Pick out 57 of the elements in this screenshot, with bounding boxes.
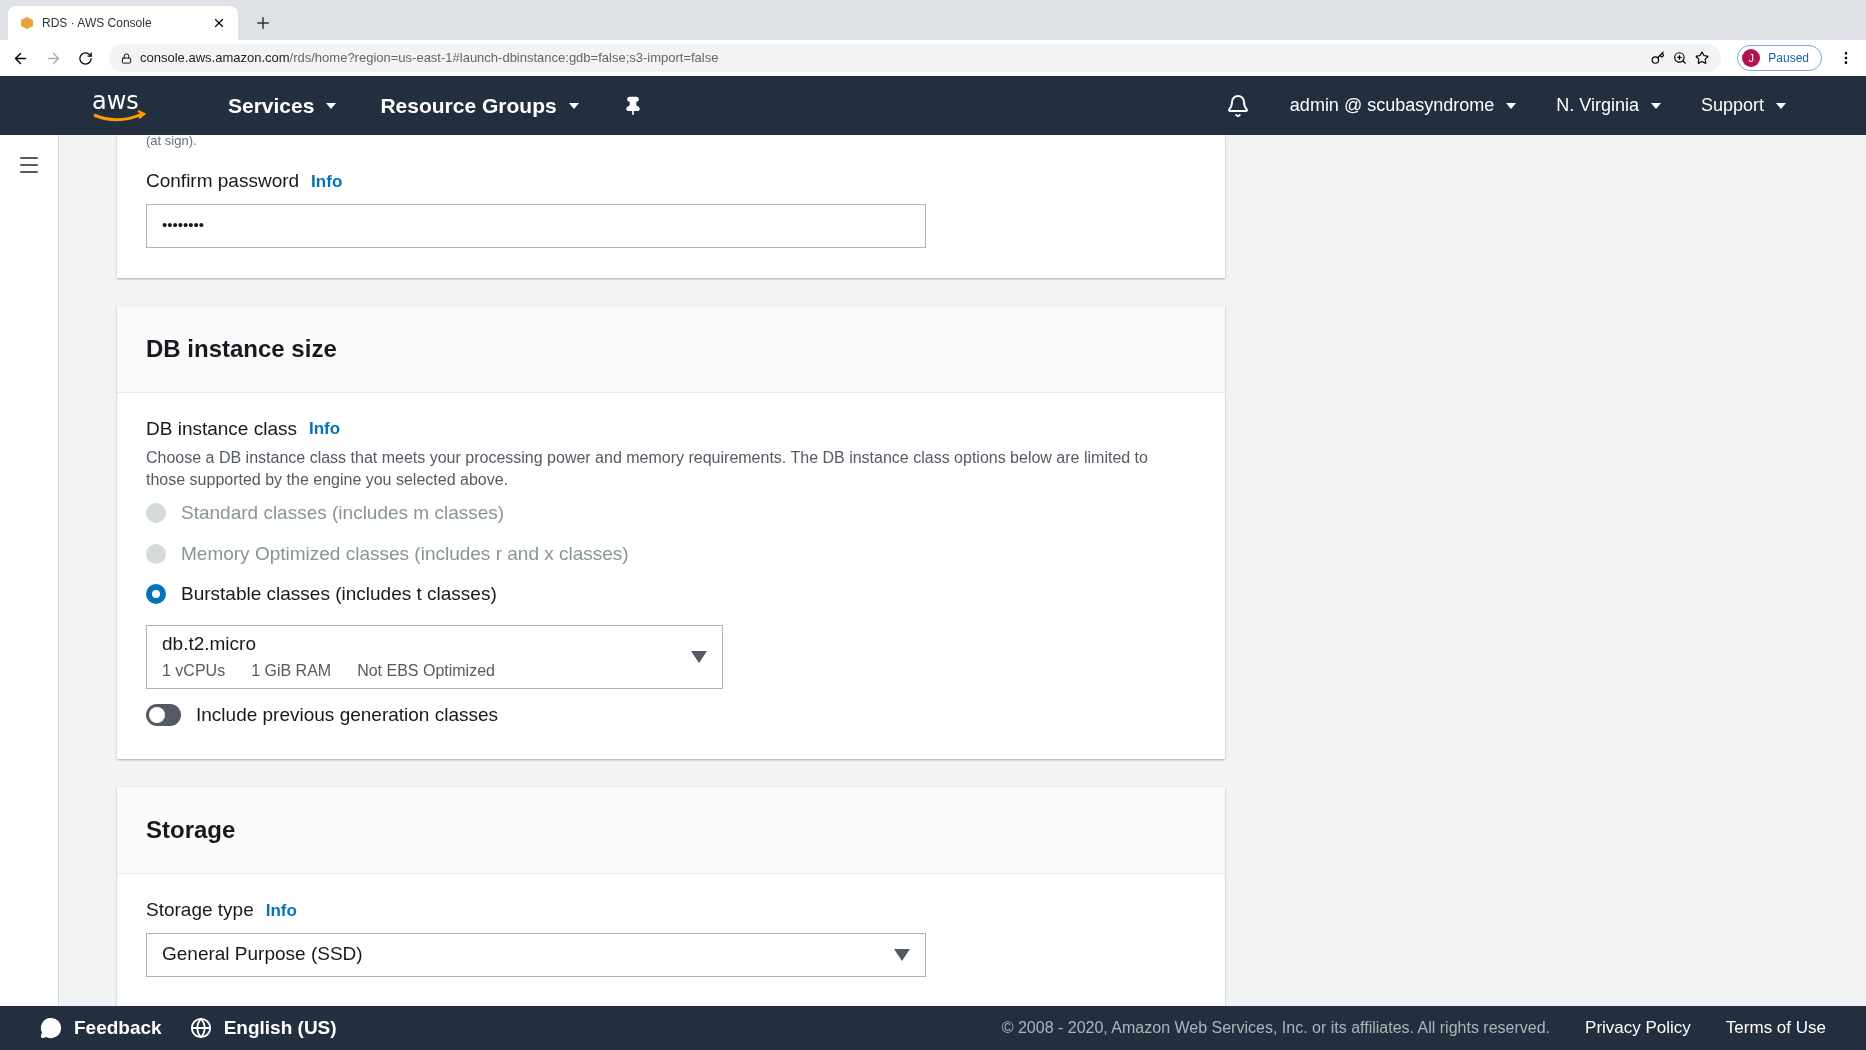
caret-icon [1650, 102, 1661, 109]
radio-button[interactable] [146, 584, 166, 605]
profile-status: Paused [1768, 50, 1809, 67]
aws-logo[interactable]: aws [88, 86, 150, 125]
section-title: DB instance size [146, 333, 337, 364]
notifications-icon[interactable] [1225, 93, 1250, 118]
spec-text: 1 vCPUs [162, 660, 226, 681]
radio-option[interactable]: Burstable classes (includes t classes) [146, 580, 1196, 609]
tab-title: RDS · AWS Console [42, 15, 153, 32]
nav-menu[interactable]: Support [1700, 92, 1786, 119]
key-icon[interactable] [1651, 51, 1666, 65]
browser-tab[interactable]: RDS · AWS Console [8, 6, 238, 40]
footer-link[interactable]: Terms of Use [1725, 1015, 1826, 1041]
dropdown-arrow-icon [894, 948, 910, 961]
field-label: Confirm password [146, 169, 300, 193]
section-title: Storage [146, 815, 236, 845]
caret-icon [326, 102, 337, 109]
select-value: db.t2.micro [162, 632, 257, 657]
language-link[interactable]: English (US) [223, 1013, 337, 1043]
info-link[interactable]: Info [309, 416, 341, 442]
url-text: console.aws.amazon.com/rds/home?region=us-east-1#launch-dbinstance:gdb=false;s3-import=false [140, 49, 719, 68]
dropdown-arrow-icon [691, 650, 707, 663]
close-icon[interactable] [212, 16, 226, 30]
hint-text: (at sign). [146, 135, 198, 147]
feedback-link[interactable]: Feedback [74, 1013, 162, 1043]
avatar-initial: J [1742, 49, 1761, 67]
address-bar[interactable]: console.aws.amazon.com/rds/home?region=us-east-1#launch-dbinstance:gdb=false;s3-import=false [109, 44, 1722, 72]
spec-text: 1 GiB RAM [251, 660, 332, 681]
chat-bubble-icon [40, 1017, 62, 1039]
footer-link[interactable]: Privacy Policy [1585, 1015, 1691, 1041]
info-link[interactable]: Info [265, 897, 297, 923]
nav-menu[interactable]: admin @ scubasyndrome [1289, 92, 1517, 119]
field-description: Choose a DB instance class that meets your processing power and memory requirements. The DB instance class options below are limited to those supported by the engine you selected above. [146, 448, 1149, 490]
nav-menu[interactable]: N. Virginia [1556, 92, 1661, 119]
cube-icon [20, 16, 34, 30]
copyright-text: © 2008 - 2020, Amazon Web Services, Inc. or its affiliates. All rights reserved. [1001, 1018, 1551, 1038]
select-value: General Purpose (SSD) [162, 942, 364, 967]
reload-icon[interactable] [78, 50, 93, 66]
new-tab-icon[interactable] [254, 14, 272, 32]
field-label: Storage type [146, 898, 254, 922]
storage-type-select[interactable]: General Purpose (SSD) [146, 932, 926, 977]
spec-text: Not EBS Optimized [357, 660, 495, 681]
globe-icon [189, 1017, 212, 1039]
field-label: DB instance class [146, 416, 297, 441]
instance-class-select[interactable]: db.t2.micro 1 vCPUs 1 GiB RAM Not EBS Optimized [146, 624, 723, 689]
toggle-label: Include previous generation classes [196, 702, 499, 727]
password-field[interactable]: •••••••• [146, 203, 926, 248]
caret-icon [568, 102, 579, 109]
zoom-icon[interactable] [1673, 51, 1688, 65]
lock-icon [121, 52, 132, 64]
star-icon[interactable] [1695, 51, 1710, 65]
info-link[interactable]: Info [311, 168, 343, 194]
toggle-switch[interactable] [146, 703, 181, 726]
nav-menu[interactable]: Services [228, 89, 337, 122]
nav-menu[interactable]: Resource Groups [380, 89, 579, 122]
caret-icon [1776, 102, 1786, 109]
caret-icon [1506, 102, 1517, 109]
